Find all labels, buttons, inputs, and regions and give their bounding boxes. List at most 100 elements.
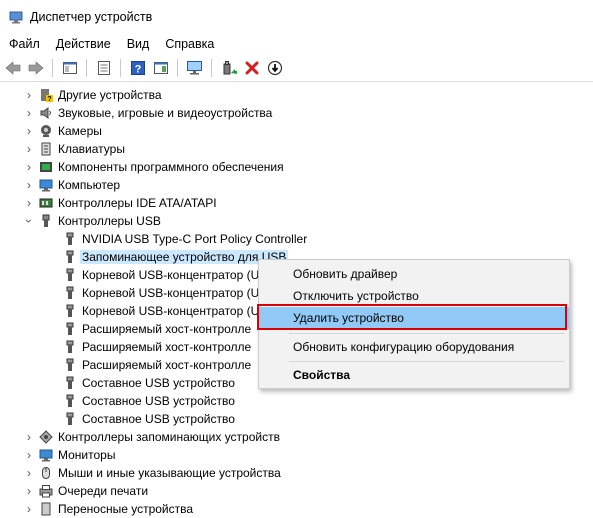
menu-scan-hardware[interactable]: Обновить конфигурацию оборудования [259,336,569,358]
device-label: Корневой USB-концентратор (U [82,286,260,300]
properties-icon[interactable] [94,58,114,78]
update-driver-icon[interactable] [219,58,239,78]
category-label: Переносные устройства [58,502,194,516]
menu-bar: Файл Действие Вид Справка [0,34,593,53]
chevron-right-icon[interactable]: › [24,448,34,462]
device-label: Составное USB устройство [82,394,235,408]
menu-help[interactable]: Справка [156,37,221,51]
svg-text:?: ? [47,96,51,102]
toolbar-separator [177,59,178,77]
usb-device-icon [62,303,78,319]
menu-item-label: Отключить устройство [293,289,419,303]
category-label: Камеры [58,124,102,138]
device-label: Расширяемый хост-контролле [82,322,252,336]
back-icon[interactable] [3,58,23,78]
toolbar-separator [211,59,212,77]
menu-view[interactable]: Вид [118,37,157,51]
menu-action[interactable]: Действие [47,37,118,51]
camera-icon [38,123,54,139]
chevron-down-icon[interactable]: › [22,216,36,226]
toolbar-separator [120,59,121,77]
tree-category[interactable]: › Мониторы [24,446,115,464]
usb-device-icon [62,393,78,409]
chevron-right-icon[interactable]: › [24,502,34,516]
tree-item[interactable]: Составное USB устройство [58,392,235,410]
help-icon[interactable]: ? [128,58,148,78]
category-label: Мониторы [58,448,116,462]
menu-properties[interactable]: Свойства [259,364,569,386]
chevron-right-icon[interactable]: › [24,178,34,192]
tree-item[interactable]: Составное USB устройство [58,410,235,428]
device-label: Составное USB устройство [82,412,235,426]
menu-item-label: Удалить устройство [293,311,404,325]
title-bar: Диспетчер устройств [0,0,593,34]
tree-category[interactable]: › Переносные устройства [24,500,193,518]
category-label: Звуковые, игровые и видеоустройства [58,106,273,120]
device-label: Расширяемый хост-контролле [82,340,252,354]
tree-item[interactable]: Корневой USB-концентратор (U [58,266,259,284]
tree-category[interactable]: › Клавиатуры [24,140,125,158]
view-icon[interactable] [151,58,171,78]
show-hide-tree-icon[interactable] [60,58,80,78]
chevron-right-icon[interactable]: › [24,88,34,102]
computer-icon [38,177,54,193]
tree-item[interactable]: Корневой USB-концентратор (U [58,284,259,302]
tree-item-selected[interactable]: Запоминающее устройство для USB [58,248,289,266]
usb-device-icon [62,267,78,283]
chevron-right-icon[interactable]: › [24,160,34,174]
usb-device-icon [62,285,78,301]
chevron-right-icon[interactable]: › [24,124,34,138]
menu-separator [289,333,565,334]
chevron-right-icon[interactable]: › [24,196,34,210]
tree-category[interactable]: › Компоненты программного обеспечения [24,158,284,176]
tree-category[interactable]: › Камеры [24,122,102,140]
tree-category[interactable]: › Звуковые, игровые и видеоустройства [24,104,272,122]
tree-category[interactable]: › Очереди печати [24,482,148,500]
window-title: Диспетчер устройств [30,10,153,24]
usb-device-icon [62,249,78,265]
uninstall-icon[interactable] [242,58,262,78]
context-menu: Обновить драйвер Отключить устройство Уд… [258,259,570,389]
usb-device-icon [62,357,78,373]
tree-category[interactable]: › Мыши и иные указывающие устройства [24,464,281,482]
printer-icon [38,483,54,499]
menu-disable-device[interactable]: Отключить устройство [259,285,569,307]
tree-category-expanded[interactable]: › Контроллеры USB [22,212,161,230]
svg-text:?: ? [135,64,142,76]
category-label: Очереди печати [58,484,149,498]
usb-device-icon [62,339,78,355]
chevron-right-icon[interactable]: › [24,484,34,498]
toolbar-separator [52,59,53,77]
unknown-device-icon: ? [38,87,54,103]
chevron-right-icon[interactable]: › [24,466,34,480]
tree-item[interactable]: Составное USB устройство [58,374,235,392]
tree-item[interactable]: Расширяемый хост-контролле [58,320,251,338]
menu-file[interactable]: Файл [0,37,47,51]
menu-update-driver[interactable]: Обновить драйвер [259,263,569,285]
tree-item[interactable]: Корневой USB-концентратор (U [58,302,259,320]
tree-category[interactable]: › Компьютер [24,176,120,194]
speaker-icon [38,105,54,121]
category-label: Клавиатуры [58,142,125,156]
menu-item-label: Обновить конфигурацию оборудования [293,340,515,354]
tree-category[interactable]: › Контроллеры запоминающих устройств [24,428,280,446]
scan-hardware-icon[interactable] [185,58,205,78]
tree-item[interactable]: Расширяемый хост-контролле [58,356,251,374]
disable-icon[interactable] [265,58,285,78]
chevron-right-icon[interactable]: › [24,106,34,120]
tree-item[interactable]: Расширяемый хост-контролле [58,338,251,356]
category-label: Контроллеры IDE ATA/ATAPI [58,196,217,210]
chevron-right-icon[interactable]: › [24,142,34,156]
menu-uninstall-device[interactable]: Удалить устройство [259,307,569,329]
category-label: Компоненты программного обеспечения [58,160,284,174]
device-manager-icon [9,10,23,24]
tree-category[interactable]: › ? Другие устройства [24,86,162,104]
keyboard-icon [38,141,54,157]
tree-category[interactable]: › Контроллеры IDE ATA/ATAPI [24,194,217,212]
device-label: Составное USB устройство [82,376,235,390]
chevron-right-icon[interactable]: › [24,430,34,444]
tree-item[interactable]: NVIDIA USB Type-C Port Policy Controller [58,230,307,248]
forward-icon[interactable] [26,58,46,78]
category-label: Контроллеры запоминающих устройств [58,430,280,444]
device-label: NVIDIA USB Type-C Port Policy Controller [82,232,308,246]
